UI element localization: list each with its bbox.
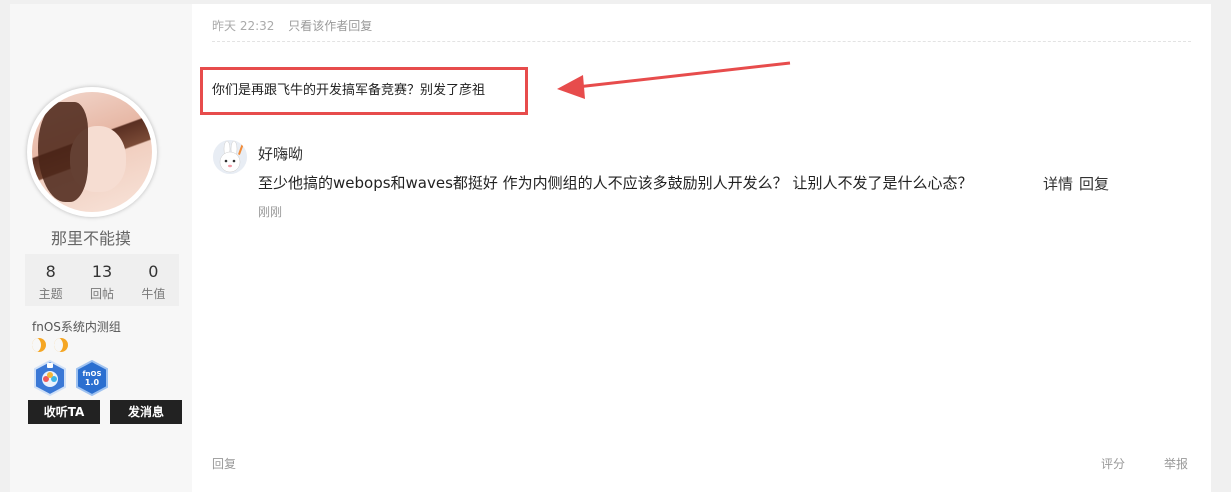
post-reply-link[interactable]: 回复: [348, 19, 372, 33]
send-message-button[interactable]: 发消息: [110, 400, 182, 424]
post-meta: 昨天 22:32 只看该作者回复: [212, 17, 372, 34]
tester-badge-icon[interactable]: [33, 360, 67, 396]
commenter-avatar[interactable]: [213, 140, 247, 174]
report-button[interactable]: 举报: [1164, 455, 1188, 472]
divider: [212, 41, 1191, 42]
reply-button[interactable]: 回复: [212, 455, 236, 472]
stat-label: 回帖: [89, 287, 114, 301]
comment-detail-link[interactable]: 详情: [1043, 175, 1073, 193]
post-content: 你们是再跟飞牛的开发搞军备竞赛？别发了彦祖: [212, 83, 486, 98]
commenter-name[interactable]: 好嗨呦: [258, 143, 303, 164]
author-stats: 8 主题 13 回帖 0 牛值: [25, 254, 179, 306]
comment-time: 刚刚: [258, 205, 283, 219]
author-only-link[interactable]: 只看该作者: [288, 19, 348, 33]
stat-points[interactable]: 0 牛值: [128, 254, 179, 306]
level-icons: [32, 338, 68, 352]
post-time: 昨天 22:32: [212, 19, 275, 33]
annotation-arrow-icon: [557, 61, 791, 99]
fnos-1-0-badge-icon[interactable]: fnOS 1.0: [75, 360, 109, 396]
avatar-image: [32, 92, 152, 212]
stat-value: 8: [45, 262, 56, 281]
comment-reply-link[interactable]: 回复: [1079, 175, 1109, 193]
stat-replies[interactable]: 13 回帖: [76, 254, 127, 306]
moon-icon: [54, 338, 68, 352]
comment-text: 至少他搞的webops和waves都挺好 作为内侧组的人不应该多鼓励别人开发么？…: [258, 174, 973, 192]
moon-icon: [32, 338, 46, 352]
author-name[interactable]: 那里不能摸: [10, 225, 172, 249]
author-avatar[interactable]: [27, 87, 157, 217]
stat-value: 0: [148, 262, 159, 281]
comment-actions: 详情 回复: [1043, 173, 1115, 194]
rate-button[interactable]: 评分: [1101, 455, 1125, 472]
stat-label: 主题: [38, 287, 63, 301]
user-group[interactable]: fnOS系统内测组: [32, 318, 121, 335]
follow-button[interactable]: 收听TA: [28, 400, 100, 424]
medal-list: fnOS 1.0: [33, 360, 109, 396]
rabbit-avatar-icon: [213, 140, 247, 174]
stat-threads[interactable]: 8 主题: [25, 254, 76, 306]
badge-text-line2: 1.0: [85, 378, 100, 387]
stat-label: 牛值: [141, 287, 166, 301]
stat-value: 13: [91, 262, 113, 281]
badge-text-line1: fnOS: [82, 370, 101, 378]
